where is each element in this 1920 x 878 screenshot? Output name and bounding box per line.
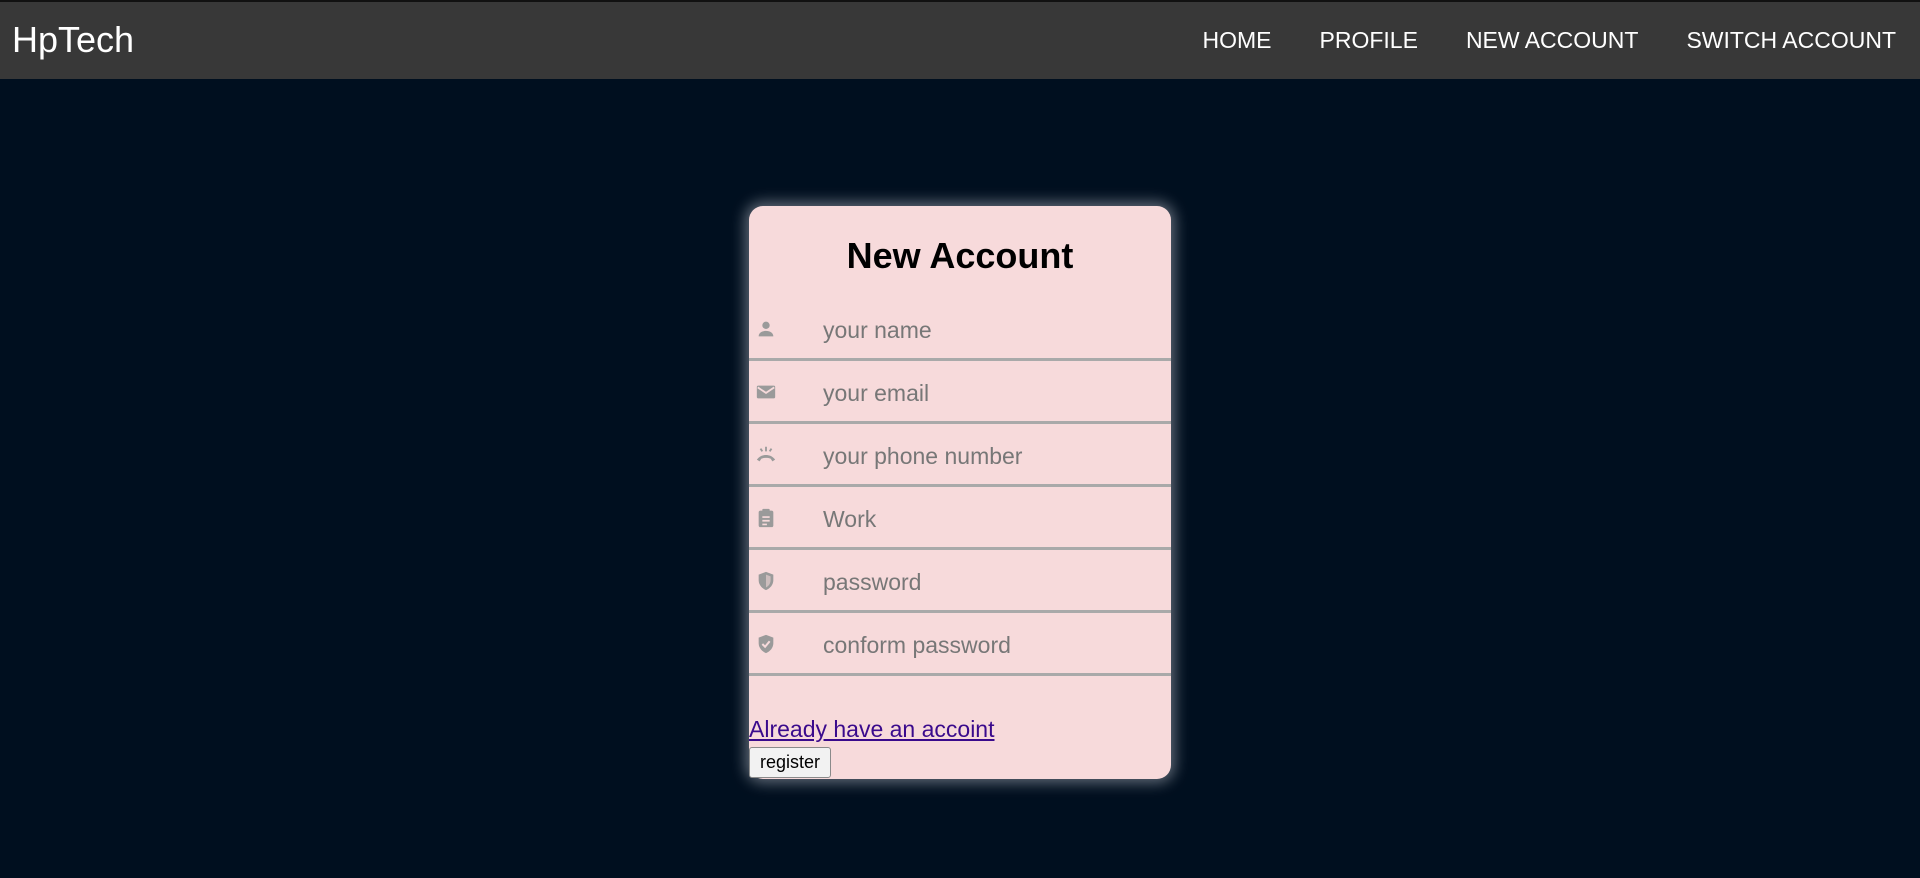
nav-profile[interactable]: PROFILE [1320,27,1418,54]
confirm-password-field-row [749,615,1171,676]
name-field-row [749,300,1171,361]
mail-icon [755,381,777,403]
form-title: New Account [846,235,1074,276]
main-nav: HOME PROFILE NEW ACCOUNT SWITCH ACCOUNT [1155,2,1896,79]
work-field-row [749,489,1171,550]
password-field-row [749,552,1171,613]
email-input[interactable] [823,371,1153,415]
new-account-card: New Account Already hav [749,206,1171,779]
phone-field-row [749,426,1171,487]
nav-home[interactable]: HOME [1203,27,1272,54]
nav-new-account[interactable]: NEW ACCOUNT [1466,27,1639,54]
phone-input[interactable] [823,434,1153,478]
top-navbar: HpTech HOME PROFILE NEW ACCOUNT SWITCH A… [0,0,1920,79]
login-link[interactable]: Already have an accoint [749,716,995,743]
person-icon [755,318,777,340]
brand-logo[interactable]: HpTech [12,20,134,60]
clipboard-icon [755,507,777,529]
shield-icon [755,570,777,592]
phone-icon [755,444,777,466]
name-input[interactable] [823,308,1153,352]
email-field-row [749,363,1171,424]
confirm-password-input[interactable] [823,623,1153,667]
verified-shield-icon [755,633,777,655]
work-input[interactable] [823,497,1153,541]
nav-switch-account[interactable]: SWITCH ACCOUNT [1686,27,1896,54]
register-button[interactable]: register [749,747,832,778]
password-input[interactable] [823,560,1153,604]
